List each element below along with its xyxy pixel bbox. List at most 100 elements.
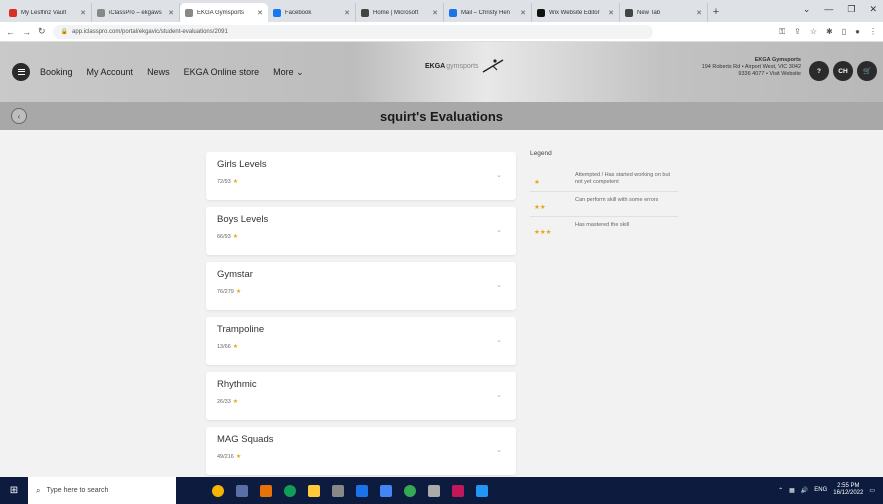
logo-main-text: EKGA — [425, 62, 446, 70]
cart-icon[interactable]: 🛒 — [857, 61, 877, 81]
reload-icon[interactable]: ↻ — [38, 26, 46, 37]
windows-start-icon[interactable]: ⊞ — [0, 485, 28, 496]
tab-label: Mail – Christy Hen — [461, 9, 511, 16]
tab-close-icon[interactable]: ✕ — [696, 9, 702, 17]
help-icon[interactable]: ? — [809, 61, 829, 81]
evaluation-card-trampoline[interactable]: Trampoline 13/66 ★ ⌄ — [206, 317, 516, 365]
office-app-icon[interactable] — [260, 484, 272, 497]
avatar[interactable]: CH — [833, 61, 853, 81]
clock[interactable]: 2:55 PM 16/12/2022 — [833, 483, 863, 497]
browser-tab[interactable]: Mail – Christy Hen ✕ — [444, 3, 532, 22]
key-icon[interactable]: ⚿ — [779, 27, 785, 37]
url-input[interactable]: 🔒 app.iclasspro.com/portal/ekgavic/studen… — [52, 24, 653, 39]
share-icon[interactable]: ⇪ — [794, 27, 801, 37]
taskbar-search-input[interactable]: ⌕ Type here to search — [28, 477, 176, 504]
star-icon: ★ — [232, 179, 239, 185]
nav-news[interactable]: News — [147, 67, 170, 77]
store-icon[interactable] — [332, 484, 344, 497]
tab-close-icon[interactable]: ✕ — [432, 9, 438, 17]
new-tab-button[interactable]: + — [708, 3, 724, 22]
photos-app-icon[interactable] — [428, 484, 440, 497]
minimize-icon[interactable]: — — [824, 4, 833, 15]
browser-tab-active[interactable]: EKGA Gymsports ✕ — [180, 3, 268, 22]
url-text: app.iclasspro.com/portal/ekgavic/student… — [72, 28, 228, 35]
star-icon: ★ — [232, 399, 239, 405]
tab-close-icon[interactable]: ✕ — [344, 9, 350, 17]
outlook-app-icon[interactable] — [476, 484, 488, 497]
back-arrow-icon[interactable]: ← — [6, 27, 15, 37]
extensions-icon[interactable]: ✱ — [826, 27, 833, 37]
evaluation-card-boys-levels[interactable]: Boys Levels 66/93 ★ ⌄ — [206, 207, 516, 255]
nav-booking[interactable]: Booking — [40, 67, 73, 77]
evaluation-card-rhythmic[interactable]: Rhythmic 26/33 ★ ⌄ — [206, 372, 516, 420]
browser-tab[interactable]: Wix Website Editor ✕ — [532, 3, 620, 22]
evaluation-card-girls-levels[interactable]: Girls Levels 72/93 ★ ⌄ — [206, 152, 516, 200]
ekga-logo[interactable]: EKGA gymsports — [425, 58, 505, 74]
chevron-down-icon[interactable]: ⌄ — [803, 4, 811, 15]
search-icon: ⌕ — [36, 485, 41, 495]
chevron-up-icon[interactable]: ⌃ — [778, 487, 783, 494]
tab-close-icon[interactable]: ✕ — [168, 9, 174, 17]
evaluation-card-gymstar[interactable]: Gymstar 76/279 ★ ⌄ — [206, 262, 516, 310]
chrome-browser-icon[interactable] — [404, 484, 416, 497]
forward-arrow-icon[interactable]: → — [22, 27, 31, 37]
tab-label: Home | Microsoft — [373, 9, 419, 16]
volume-icon[interactable]: 🔊 — [801, 487, 808, 494]
cortana-figure-icon[interactable] — [212, 484, 224, 497]
header-actions: ? CH 🛒 — [809, 61, 877, 81]
language-indicator[interactable]: ENG — [814, 487, 827, 493]
legend-title: Legend — [530, 150, 552, 157]
evaluation-score: 49/216 ★ — [217, 453, 505, 460]
browser-tab[interactable]: iClassPro – ekgaws ✕ — [92, 3, 180, 22]
chevron-down-icon: ⌄ — [296, 66, 304, 77]
word-app-icon[interactable] — [380, 484, 392, 497]
evaluation-card-mag-squads[interactable]: MAG Squads 49/216 ★ ⌄ — [206, 427, 516, 475]
tab-favicon-icon — [537, 8, 545, 17]
network-icon[interactable]: ▦ — [789, 487, 795, 494]
chevron-down-icon: ⌄ — [496, 447, 502, 454]
score-text: 13/66 — [217, 344, 231, 350]
bookmark-star-icon[interactable]: ☆ — [810, 27, 817, 37]
page-title: squirt's Evaluations — [379, 108, 503, 124]
sidebar-icon[interactable]: ▯ — [842, 27, 846, 37]
lock-icon: 🔒 — [60, 29, 69, 35]
tab-close-icon[interactable]: ✕ — [608, 9, 614, 17]
star-icon: ★ — [235, 454, 242, 460]
evaluation-name: Girls Levels — [217, 159, 267, 170]
tab-close-icon[interactable]: ✕ — [520, 9, 526, 17]
close-icon[interactable]: ✕ — [869, 4, 877, 15]
mail-icon[interactable] — [356, 484, 368, 497]
tab-close-icon[interactable]: ✕ — [257, 9, 263, 17]
ai-app-icon[interactable] — [452, 484, 464, 497]
title-bar: ‹ squirt's Evaluations — [0, 102, 883, 130]
file-explorer-icon[interactable] — [308, 484, 320, 497]
browser-tab[interactable]: Facebook ✕ — [268, 3, 356, 22]
legend-row: ★★ Can perform skill with some errors — [530, 192, 678, 217]
notification-icon[interactable]: ▭ — [869, 487, 875, 494]
chevron-down-icon: ⌄ — [496, 172, 502, 179]
browser-tab-strip: My Lesffinz Vault ✕ iClassPro – ekgaws ✕ E… — [0, 0, 883, 22]
nav-my-account[interactable]: My Account — [87, 67, 134, 77]
score-text: 66/93 — [217, 234, 231, 240]
browser-tab[interactable]: My Lesffinz Vault ✕ — [4, 3, 92, 22]
browser-tab[interactable]: New Tab ✕ — [620, 3, 708, 22]
kebab-menu-icon[interactable]: ⋮ — [869, 27, 877, 37]
tab-close-icon[interactable]: ✕ — [80, 9, 86, 17]
maximize-icon[interactable]: ❐ — [847, 4, 855, 15]
nav-online-store[interactable]: EKGA Online store — [184, 67, 260, 77]
task-view-icon[interactable] — [236, 484, 248, 497]
tab-favicon-icon — [185, 8, 193, 17]
hamburger-menu-icon[interactable] — [12, 63, 30, 81]
back-button[interactable]: ‹ — [11, 108, 27, 124]
score-text: 26/33 — [217, 399, 231, 405]
profile-icon[interactable]: ● — [855, 27, 860, 37]
edge-browser-icon[interactable] — [284, 484, 296, 497]
clock-date: 16/12/2022 — [833, 490, 864, 496]
club-contact-line[interactable]: 9336 4077 • Visit Website — [702, 71, 801, 78]
chevron-down-icon: ⌄ — [496, 337, 502, 344]
browser-toolbar-icons: ⚿ ⇪ ☆ ✱ ▯ ● ⋮ — [779, 27, 877, 37]
browser-tab[interactable]: Home | Microsoft ✕ — [356, 3, 444, 22]
evaluation-name: Boys Levels — [217, 214, 269, 225]
chevron-down-icon: ⌄ — [496, 227, 502, 234]
nav-more[interactable]: More ⌄ — [273, 67, 304, 78]
